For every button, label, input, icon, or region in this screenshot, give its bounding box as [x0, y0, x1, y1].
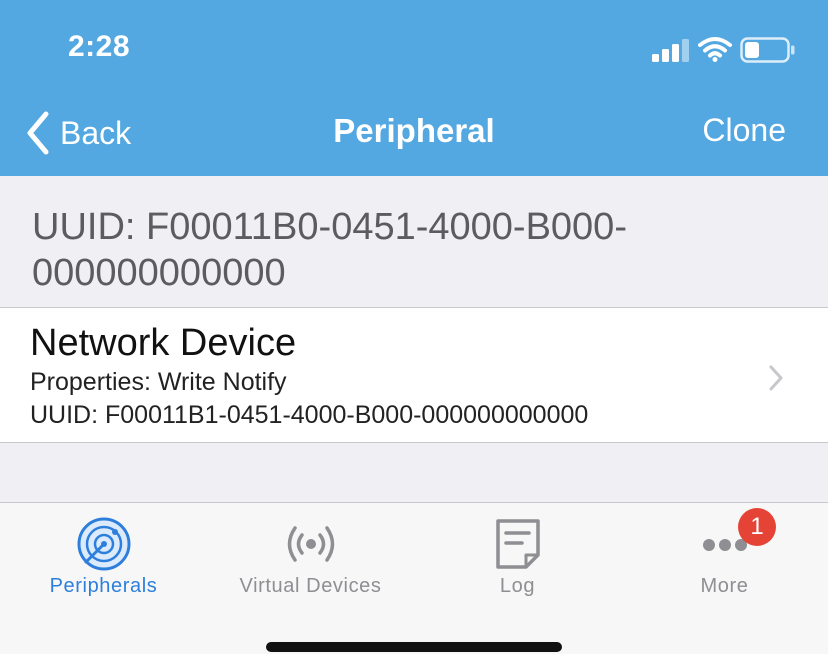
chevron-right-icon: [769, 365, 783, 391]
notification-badge: 1: [738, 508, 776, 546]
characteristic-name: Network Device: [30, 322, 297, 364]
characteristic-properties: Properties: Write Notify: [30, 368, 287, 396]
service-section-header: UUID: F00011B0-0451-4000-B000-0000000000…: [0, 176, 828, 308]
tab-log[interactable]: Log: [414, 503, 621, 613]
characteristic-row[interactable]: Network Device Properties: Write Notify …: [0, 308, 828, 443]
service-uuid: UUID: F00011B0-0451-4000-B000-0000000000…: [32, 206, 627, 294]
tab-bar: Peripherals Virtual Devices Log More: [0, 502, 828, 654]
status-time: 2:28: [68, 30, 131, 63]
tab-log-label: Log: [499, 575, 536, 597]
wifi-icon: [698, 37, 732, 62]
tab-peripherals-label: Peripherals: [49, 575, 158, 597]
home-indicator[interactable]: [266, 642, 562, 652]
log-document-icon: [495, 519, 540, 569]
tab-more[interactable]: More: [621, 503, 828, 613]
tab-more-label: More: [700, 575, 749, 597]
tab-peripherals[interactable]: Peripherals: [0, 503, 207, 613]
navigation-header: 2:28 Back Peripheral Clone: [0, 0, 828, 176]
radar-icon: [77, 517, 130, 571]
tab-virtual-devices[interactable]: Virtual Devices: [207, 503, 414, 613]
cellular-signal-icon: [652, 39, 689, 62]
characteristic-uuid: UUID: F00011B1-0451-4000-B000-0000000000…: [30, 401, 589, 429]
clone-button[interactable]: Clone: [702, 112, 786, 149]
battery-icon: [740, 37, 795, 63]
tab-virtual-devices-label: Virtual Devices: [239, 575, 382, 597]
broadcast-icon: [287, 526, 334, 562]
